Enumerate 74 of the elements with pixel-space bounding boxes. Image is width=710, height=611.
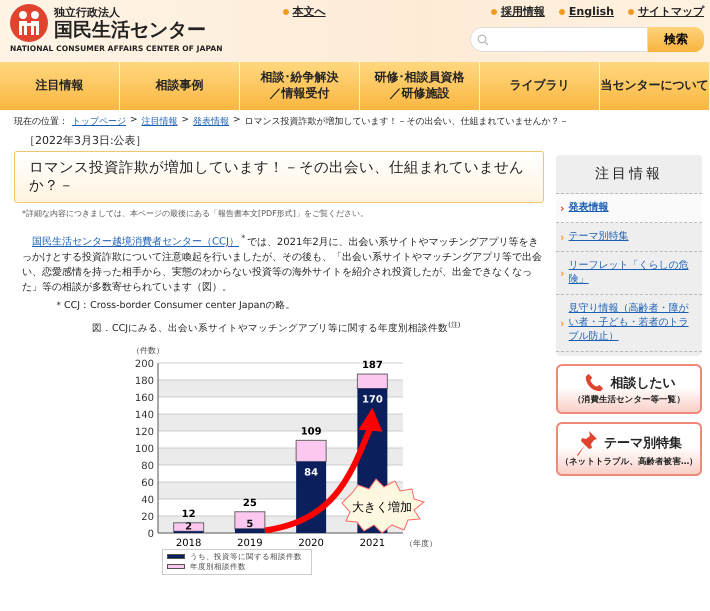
sidebar-link[interactable]: 見守り情報（高齢者・障がい者・子ども・若者のトラブル防止） xyxy=(568,302,696,344)
footnote: ＊CCJ：Cross-border Consumer center Japanの略。 xyxy=(54,298,296,312)
y-tick-label: 60 xyxy=(141,478,154,489)
nav-item[interactable]: 相談･紛争解決／情報受付 xyxy=(258,70,342,102)
x-tick-label: 2021 xyxy=(360,538,386,549)
search-icon xyxy=(477,34,489,46)
breadcrumb-link[interactable]: 発表情報 xyxy=(193,115,230,128)
legend-swatch xyxy=(167,554,185,560)
y-tick-label: 140 xyxy=(134,410,154,421)
annotation-text: 大きく増加 xyxy=(352,500,412,514)
y-tick-label: 80 xyxy=(141,460,154,472)
legend-swatch xyxy=(167,564,185,570)
y-tick-label: 20 xyxy=(141,512,154,523)
detail-note: *詳細な内容につきましては、本ページの最後にある「報告書本文[PDF形式]」をご覧ください。 xyxy=(22,208,369,220)
breadcrumb-separator: > xyxy=(233,115,241,127)
nav-item[interactable]: 当センターについて xyxy=(600,78,708,94)
nav-item[interactable]: 研修･相談員資格／研修施設 xyxy=(374,70,466,102)
y-tick-label: 200 xyxy=(134,358,154,370)
header-link[interactable]: サイトマップ xyxy=(628,4,704,19)
y-tick-label: 160 xyxy=(134,392,154,404)
article-paragraph: 国民生活センター越境消費者センター（CCJ）$^{＊}$では、2021年2月に、出会い系サイトやマッチングアプリ等をきっかけとする投資詐欺について注意喚起を行いましたが、その後も、「出会い系サイトやマッチングアプリ等で出会い、恋愛感情を持った相手から、実態のわからない投資等の海外サイトを紹介され投資したが、出金できなくなった」等の相談が多数寄せられています（図）。 xyxy=(22,231,543,295)
total-label: 12 xyxy=(182,508,196,520)
article-title: ロマンス投資詐欺が増加しています！－その出会い、仕組まれていませんか？－ xyxy=(14,151,544,204)
banner-link[interactable]: 相談したい （消費生活センター等一覧） xyxy=(556,364,702,414)
breadcrumb-current: ロマンス投資詐欺が増加しています！－その出会い、仕組まれていませんか？－ xyxy=(244,115,569,128)
y-tick-label: 0 xyxy=(148,528,154,540)
chevron-icon: › xyxy=(560,230,565,244)
y-tick-label: 180 xyxy=(134,376,154,387)
y-tick-label: 40 xyxy=(141,494,154,506)
nav-item[interactable]: 注目情報 xyxy=(36,78,84,94)
chevron-icon: › xyxy=(560,202,565,214)
data-label: 84 xyxy=(304,467,318,478)
x-axis-label: （年度） xyxy=(405,538,437,548)
breadcrumb-separator: > xyxy=(182,115,190,127)
skip-link[interactable]: 本文へ xyxy=(282,4,326,19)
x-tick-label: 2020 xyxy=(298,538,324,549)
org-type: 独立行政法人 xyxy=(54,5,121,20)
chevron-icon: › xyxy=(560,316,565,330)
y-tick-label: 100 xyxy=(134,444,154,455)
data-label: 5 xyxy=(246,518,254,530)
search-field[interactable] xyxy=(470,27,648,52)
figure-caption: 図．CCJにみる、出会い系サイトやマッチングアプリ等に関する年度別相談件数$^{(注)}$ xyxy=(92,320,462,335)
header-link[interactable]: 採用情報 xyxy=(490,4,545,19)
nav-item[interactable]: 相談事例 xyxy=(156,78,204,94)
sidebar-link[interactable]: 発表情報 xyxy=(568,201,609,215)
publish-date: ［2022年3月3日:公表］ xyxy=(23,133,148,148)
x-tick-label: 2019 xyxy=(237,538,263,549)
breadcrumb-separator: > xyxy=(130,115,138,127)
banner-subtitle: （ネットトラブル、高齢者被害…） xyxy=(560,456,698,468)
x-tick-label: 2018 xyxy=(176,538,202,549)
total-label: 25 xyxy=(242,497,257,508)
org-name: 国民生活センター xyxy=(54,20,206,41)
banner-title: 相談したい xyxy=(610,375,676,392)
banner-subtitle: （消費生活センター等一覧） xyxy=(573,394,685,406)
nav-item[interactable]: ライブラリ xyxy=(510,78,570,94)
data-label: 170 xyxy=(362,394,383,406)
y-axis-label: （件数） xyxy=(132,346,164,355)
ccj-link[interactable]: 国民生活センター越境消費者センター（CCJ） xyxy=(32,236,239,248)
sidebar-link[interactable]: テーマ別特集 xyxy=(568,230,629,244)
banner-title: テーマ別特集 xyxy=(604,435,682,452)
breadcrumb-label: 現在の位置： xyxy=(14,116,68,128)
chevron-icon: › xyxy=(560,266,565,280)
breadcrumb-link[interactable]: トップページ xyxy=(72,115,126,128)
sidebar-link[interactable]: リーフレット「くらしの危険」 xyxy=(568,259,696,287)
logo-icon xyxy=(10,4,48,42)
breadcrumb-link[interactable]: 注目情報 xyxy=(142,115,178,128)
header-link[interactable]: English xyxy=(558,4,614,19)
data-label: 2 xyxy=(185,521,192,532)
banner-link[interactable]: テーマ別特集 （ネットトラブル、高齢者被害…） xyxy=(556,422,702,476)
total-label: 109 xyxy=(300,426,322,438)
search-button[interactable]: 検索 xyxy=(648,27,704,52)
total-label: 187 xyxy=(362,360,383,371)
y-tick-label: 120 xyxy=(134,426,154,438)
pushpin-icon xyxy=(576,430,598,456)
